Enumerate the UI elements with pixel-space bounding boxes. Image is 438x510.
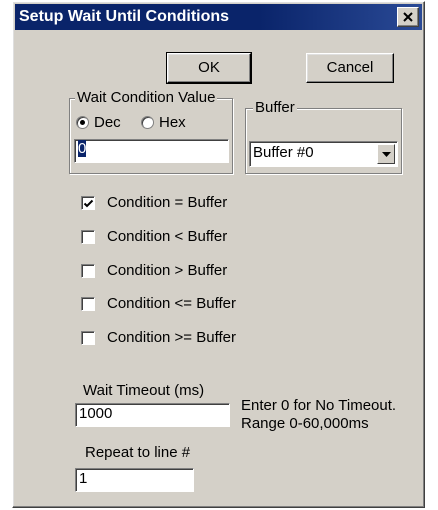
radio-selected-dot bbox=[80, 120, 85, 125]
radio-hex-label[interactable]: Hex bbox=[159, 114, 186, 131]
buffer-dropdown-button[interactable] bbox=[377, 144, 395, 164]
repeat-line-value: 1 bbox=[79, 470, 88, 487]
radio-dec[interactable] bbox=[76, 116, 89, 129]
close-icon bbox=[403, 12, 413, 22]
buffer-selected-value: Buffer #0 bbox=[253, 144, 314, 161]
condition-gt-checkbox[interactable] bbox=[81, 264, 95, 278]
setup-wait-dialog: Setup Wait Until Conditions OK Cancel Wa… bbox=[12, 1, 425, 508]
condition-gt-label[interactable]: Condition > Buffer bbox=[107, 262, 227, 279]
radio-dec-label[interactable]: Dec bbox=[94, 114, 121, 131]
wait-timeout-value: 1000 bbox=[79, 405, 113, 422]
repeat-line-input[interactable]: 1 bbox=[75, 468, 194, 492]
condition-le-label[interactable]: Condition <= Buffer bbox=[107, 295, 236, 312]
condition-ge-label[interactable]: Condition >= Buffer bbox=[107, 329, 236, 346]
cancel-button[interactable]: Cancel bbox=[306, 53, 394, 83]
timeout-hint-line2: Range 0-60,000ms bbox=[241, 415, 369, 432]
condition-eq-label[interactable]: Condition = Buffer bbox=[107, 194, 227, 211]
repeat-line-label: Repeat to line # bbox=[85, 444, 191, 461]
radio-hex[interactable] bbox=[141, 116, 154, 129]
title-bar[interactable]: Setup Wait Until Conditions bbox=[15, 4, 422, 30]
wait-timeout-input[interactable]: 1000 bbox=[75, 403, 230, 427]
ok-button[interactable]: OK bbox=[166, 52, 252, 84]
buffer-group-label: Buffer bbox=[253, 99, 297, 116]
wait-timeout-label: Wait Timeout (ms) bbox=[83, 382, 205, 399]
close-button[interactable] bbox=[397, 7, 419, 27]
condition-lt-checkbox[interactable] bbox=[81, 230, 95, 244]
timeout-hint-line1: Enter 0 for No Timeout. bbox=[241, 397, 397, 414]
condition-le-checkbox[interactable] bbox=[81, 297, 95, 311]
chevron-down-icon bbox=[382, 152, 391, 157]
condition-eq-checkbox[interactable] bbox=[81, 196, 95, 210]
wait-condition-value-input[interactable]: 0 bbox=[74, 139, 229, 163]
wait-condition-group-label: Wait Condition Value bbox=[75, 89, 218, 106]
condition-ge-checkbox[interactable] bbox=[81, 331, 95, 345]
checkmark-icon bbox=[83, 199, 94, 208]
wait-condition-value-text: 0 bbox=[78, 140, 87, 157]
buffer-select[interactable]: Buffer #0 bbox=[249, 141, 398, 167]
dialog-title: Setup Wait Until Conditions bbox=[19, 8, 230, 25]
condition-lt-label[interactable]: Condition < Buffer bbox=[107, 228, 227, 245]
